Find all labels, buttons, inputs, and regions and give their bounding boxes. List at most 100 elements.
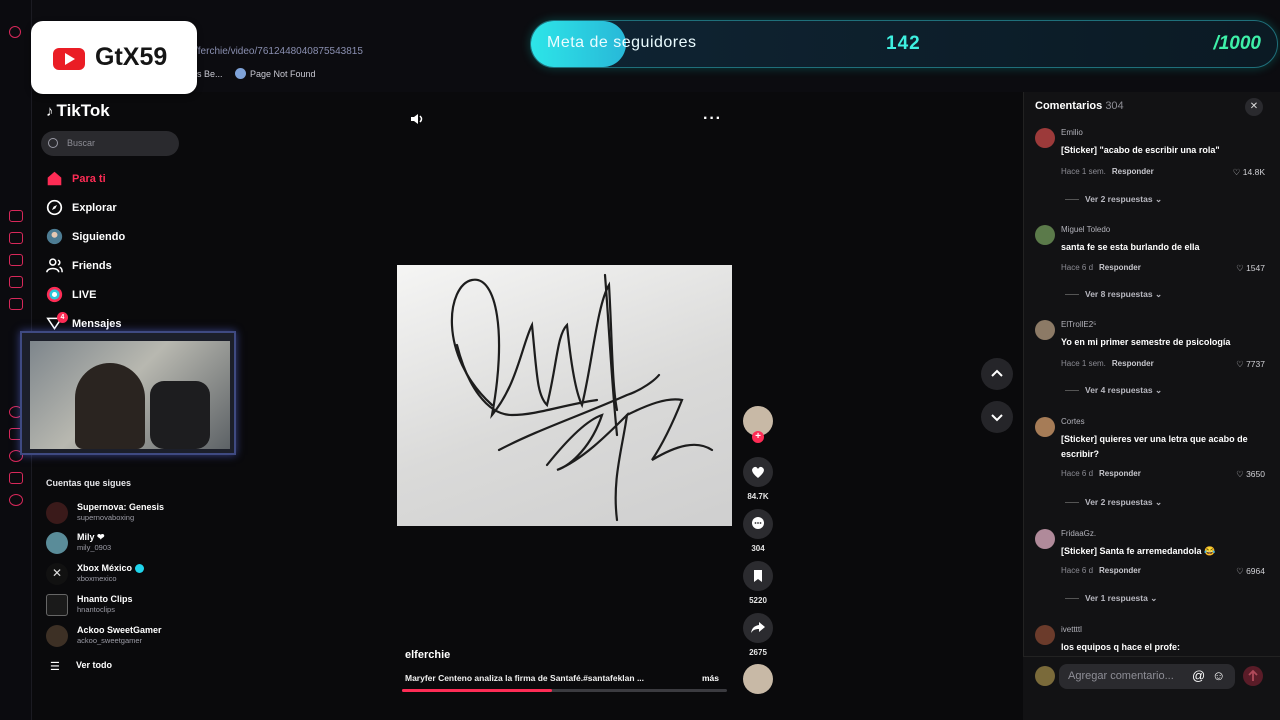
close-icon[interactable]: ✕ (1245, 98, 1263, 116)
video-progress-fill (402, 689, 552, 692)
sidebar-app-icon[interactable] (9, 276, 23, 288)
video-caption: Maryfer Centeno analiza la firma de Sant… (405, 673, 645, 683)
bookmark-item[interactable]: Page Not Found (250, 69, 316, 79)
more-options-icon[interactable]: ··· (703, 110, 722, 128)
followed-account[interactable]: Hnanto Clips hnantoclips (46, 594, 216, 622)
sidebar-app-icon[interactable] (9, 210, 23, 222)
reply-button[interactable]: Responder (1112, 167, 1154, 176)
mention-icon[interactable]: @ (1192, 668, 1205, 683)
see-all-link[interactable]: Ver todo (76, 660, 112, 670)
heart-icon (752, 466, 764, 478)
comment-time: Hace 1 sem. (1061, 167, 1106, 176)
volume-icon[interactable] (410, 112, 424, 126)
view-replies-link[interactable]: Ver 4 respuestas ⌄ (1064, 385, 1162, 396)
comment-user[interactable]: Emilio (1061, 128, 1083, 137)
opera-logo-icon[interactable] (9, 26, 21, 38)
following-avatar-icon (46, 228, 63, 245)
comment-item: ElTrollE2⁵ Yo en mi primer semestre de p… (1035, 320, 1270, 405)
comment-user[interactable]: Miguel Toledo (1061, 225, 1110, 234)
view-replies-text: Ver 1 respuesta (1085, 593, 1148, 603)
reply-button[interactable]: Responder (1099, 566, 1141, 575)
more-caption-link[interactable]: más (702, 673, 719, 683)
search-input[interactable] (41, 131, 179, 156)
nav-label: Friends (72, 260, 112, 272)
view-replies-link[interactable]: Ver 8 respuestas ⌄ (1064, 289, 1162, 300)
like-count: 84.7K (747, 492, 769, 501)
avatar[interactable] (1035, 417, 1055, 437)
bookmark-item[interactable]: is Be... (195, 69, 223, 79)
account-handle: ackoo_sweetgamer (77, 636, 143, 645)
reply-button[interactable]: Responder (1099, 263, 1141, 272)
avatar[interactable] (1035, 625, 1055, 645)
emoji-icon[interactable]: ☺ (1212, 668, 1225, 683)
save-button[interactable] (743, 561, 773, 591)
settings-icon[interactable] (9, 494, 23, 506)
music-disc-avatar[interactable] (743, 664, 773, 694)
nav-item-explorar[interactable]: Explorar (46, 198, 196, 220)
goal-label: Meta de seguidores (547, 34, 697, 51)
avatar[interactable] (1035, 529, 1055, 549)
account-name: Xbox México (77, 563, 144, 574)
account-name: Ackoo SweetGamer (77, 625, 162, 635)
next-video-button[interactable] (981, 401, 1013, 433)
channel-logo: GtX59 (31, 21, 197, 94)
search-placeholder: Buscar (67, 138, 96, 148)
followed-account[interactable]: Supernova: Genesis supernovaboxing (46, 502, 216, 530)
nav-item-live[interactable]: LIVE (46, 285, 196, 307)
messages-badge: 4 (57, 312, 68, 323)
comment-like[interactable]: ♡ 6964 (1236, 566, 1265, 577)
nav-item-para-ti[interactable]: Para ti (46, 169, 196, 191)
reply-button[interactable]: Responder (1112, 359, 1154, 368)
nav-item-siguiendo[interactable]: Siguiendo (46, 227, 196, 249)
comment-like[interactable]: ♡ 7737 (1236, 359, 1265, 370)
comment-user[interactable]: FridaaGz. (1061, 529, 1096, 538)
comment-user[interactable]: ivettttl (1061, 625, 1082, 634)
sidebar-app-icon[interactable] (9, 298, 23, 310)
send-comment-button[interactable] (1243, 666, 1263, 686)
list-icon: ☰ (50, 661, 60, 673)
view-replies-text: Ver 2 respuestas (1085, 497, 1153, 507)
comment-user[interactable]: Cortes (1061, 417, 1085, 426)
follow-plus-icon[interactable]: + (752, 431, 764, 443)
friends-icon (46, 258, 63, 273)
brand-name: TikTok (56, 101, 110, 120)
avatar[interactable] (1035, 320, 1055, 340)
xbox-avatar-icon: ✕ (46, 563, 68, 585)
view-replies-link[interactable]: Ver 2 respuestas ⌄ (1064, 497, 1162, 508)
like-button[interactable] (743, 457, 773, 487)
add-comment-placeholder: Agregar comentario... (1068, 670, 1174, 682)
view-replies-link[interactable]: Ver 2 respuestas ⌄ (1064, 194, 1162, 205)
following-accounts-title: Cuentas que sigues (46, 478, 132, 488)
avatar[interactable] (1035, 128, 1055, 148)
view-replies-text: Ver 8 respuestas (1085, 289, 1153, 299)
account-handle: supernovaboxing (77, 513, 135, 522)
nav-item-friends[interactable]: Friends (46, 256, 196, 278)
address-bar-url[interactable]: /ferchie/video/7612448040875543815 (195, 46, 363, 57)
share-button[interactable] (743, 613, 773, 643)
followed-account[interactable]: Mily ❤ mily_0903 (46, 532, 216, 560)
cube-icon[interactable] (9, 472, 23, 484)
followed-account[interactable]: Ackoo SweetGamer ackoo_sweetgamer (46, 625, 216, 653)
reply-button[interactable]: Responder (1099, 469, 1141, 478)
tiktok-logo[interactable]: ♪ TikTok (46, 101, 110, 121)
followed-account[interactable]: ✕ Xbox México xboxmexico (46, 563, 216, 591)
nav-label: Siguiendo (72, 231, 126, 243)
comments-title-text: Comentarios (1035, 100, 1103, 112)
sidebar-app-icon[interactable] (9, 232, 23, 244)
creator-name[interactable]: elferchie (405, 649, 450, 661)
video-frame[interactable] (397, 265, 732, 526)
comment-button[interactable] (743, 509, 773, 539)
comment-user[interactable]: ElTrollE2⁵ (1061, 320, 1096, 329)
comment-like[interactable]: ♡ 14.8K (1233, 167, 1265, 178)
view-replies-link[interactable]: Ver 1 respuesta ⌄ (1064, 593, 1157, 604)
comment-like[interactable]: ♡ 1547 (1236, 263, 1265, 274)
comment-meta: Hace 1 sem. Responder (1061, 359, 1154, 368)
comments-title: Comentarios 304 (1035, 100, 1124, 112)
comment-like[interactable]: ♡ 3650 (1236, 469, 1265, 480)
previous-video-button[interactable] (981, 358, 1013, 390)
sidebar-app-icon[interactable] (9, 254, 23, 266)
avatar[interactable] (1035, 225, 1055, 245)
video-progress-bar[interactable] (402, 689, 727, 692)
comment-meta: Hace 6 d Responder (1061, 566, 1141, 575)
comment-text: [Sticker] "acabo de escribir una rola" (1061, 145, 1220, 155)
